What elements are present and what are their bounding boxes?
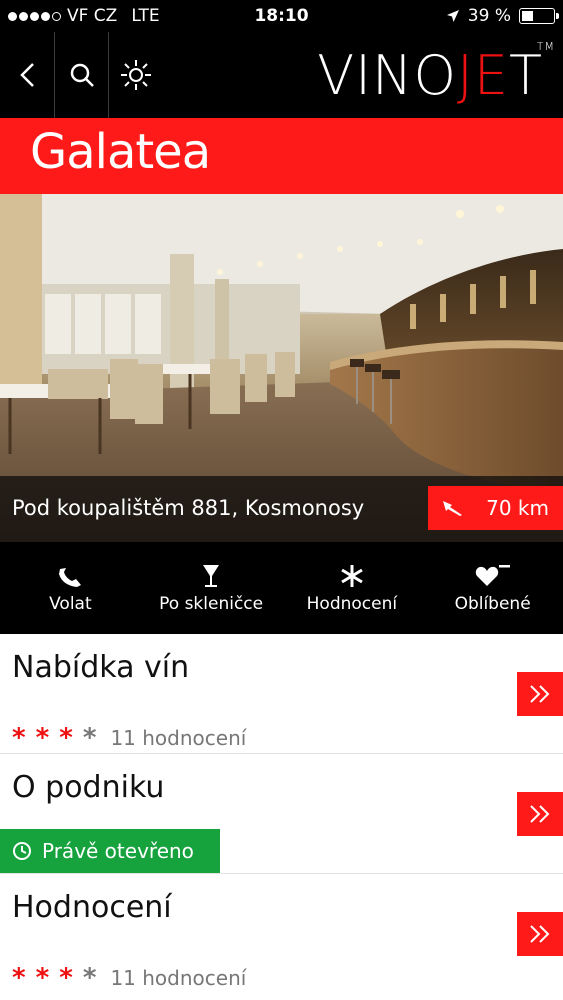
vinojet-logo: VINO JE T TM [317, 40, 555, 107]
venue-name: Galatea [30, 124, 211, 180]
reviews-rating: * * * * 11 hodnocení [12, 963, 247, 993]
reviews-title: Hodnocení [12, 890, 172, 925]
about-open-button[interactable] [517, 792, 563, 836]
wine-offer-section[interactable]: Nabídka vín * * * * 11 hodnocení [0, 634, 563, 754]
rating-count: 11 hodnocení [110, 966, 247, 990]
battery-icon [519, 8, 559, 24]
star-icon: * [35, 723, 50, 753]
star-icon: * [82, 723, 97, 753]
chevron-left-icon [20, 63, 34, 87]
address-bar: Pod koupalištěm 881, Kosmonosy 70 km [0, 476, 563, 542]
call-button[interactable]: Volat [0, 542, 141, 634]
rating-label: Hodnocení [306, 594, 398, 614]
star-icon: * [59, 723, 73, 753]
about-section[interactable]: O podniku Právě otevřeno [0, 754, 563, 874]
navigate-button[interactable]: 70 km [428, 486, 563, 530]
action-bar: Volat Po skleničce Hodnocení Oblíbené [0, 542, 563, 634]
about-title: O podniku [12, 770, 165, 805]
favorites-label: Oblíbené [454, 594, 531, 614]
rating-count: 11 hodnocení [110, 726, 247, 750]
open-status-text: Právě otevřeno [42, 839, 194, 863]
search-button[interactable] [55, 32, 109, 118]
double-chevron-right-icon [530, 925, 550, 943]
navigation-bar: VINO JE T TM [0, 32, 563, 118]
brightness-button[interactable] [109, 32, 163, 118]
reviews-open-button[interactable] [517, 912, 563, 956]
call-label: Volat [49, 594, 92, 614]
double-chevron-right-icon [530, 805, 550, 823]
wine-offer-title: Nabídka vín [12, 650, 190, 685]
open-status-badge: Právě otevřeno [0, 829, 220, 873]
star-icon: * [12, 723, 26, 753]
search-icon [70, 63, 94, 87]
battery-percentage: 39 % [467, 6, 511, 26]
wine-glass-icon [203, 565, 220, 587]
double-chevron-right-icon [530, 685, 550, 703]
back-button[interactable] [0, 32, 54, 118]
by-the-glass-button[interactable]: Po skleničce [141, 542, 282, 634]
wine-offer-rating: * * * * 11 hodnocení [12, 723, 247, 753]
star-icon: * [59, 963, 73, 993]
star-icon: * [12, 963, 26, 993]
by-the-glass-label: Po skleničce [159, 594, 264, 614]
location-arrow-icon [446, 10, 459, 22]
phone-icon [59, 568, 82, 587]
venue-photo: Pod koupalištěm 881, Kosmonosy 70 km [0, 194, 563, 542]
favorites-button[interactable]: Oblíbené [422, 542, 563, 634]
status-bar: VF CZ LTE 18:10 39 % [0, 0, 563, 32]
direction-arrow-icon [443, 501, 462, 516]
clock-icon [13, 842, 31, 860]
star-icon: * [35, 963, 50, 993]
rating-button[interactable]: Hodnocení [282, 542, 423, 634]
distance-value: 70 km [486, 496, 549, 520]
star-icon: * [82, 963, 97, 993]
reviews-section[interactable]: Hodnocení * * * * 11 hodnocení [0, 874, 563, 1000]
sun-icon [121, 60, 151, 90]
venue-address: Pod koupalištěm 881, Kosmonosy [12, 496, 365, 520]
heart-minus-icon [475, 565, 510, 586]
asterisk-icon [341, 565, 363, 587]
venue-title-bar: Galatea [0, 118, 563, 194]
wine-offer-open-button[interactable] [517, 672, 563, 716]
